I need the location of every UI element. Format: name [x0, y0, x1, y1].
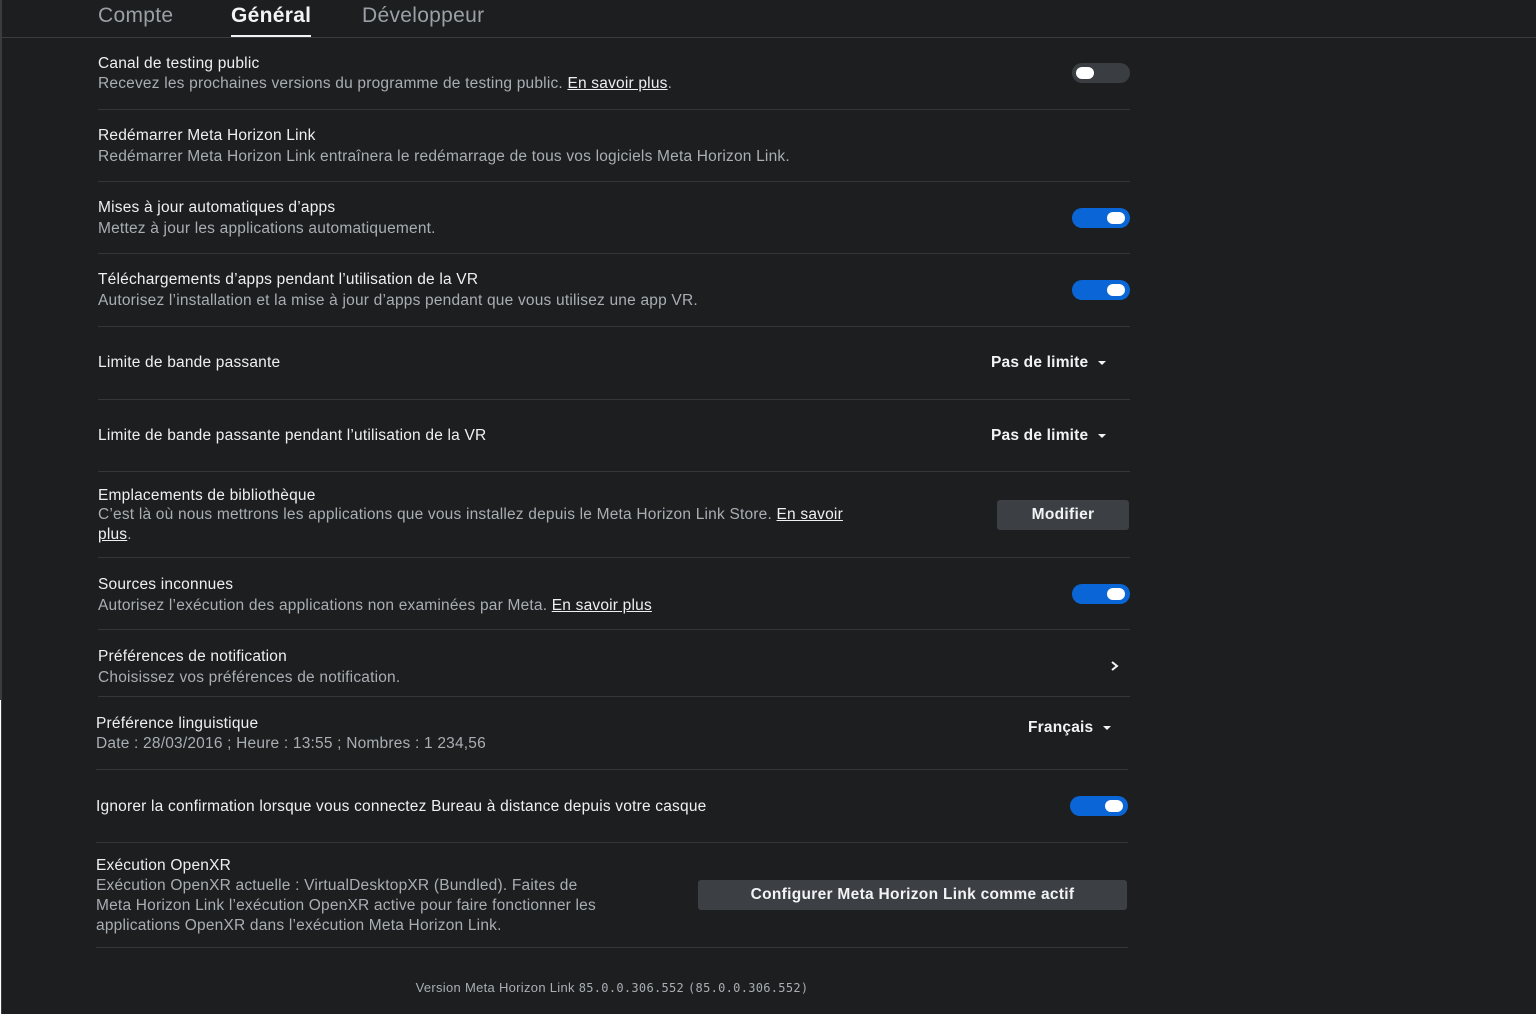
- learn-more-link-continued[interactable]: plus: [98, 526, 127, 543]
- tab-compte[interactable]: Compte: [98, 4, 173, 28]
- learn-more-link[interactable]: En savoir plus: [567, 75, 667, 92]
- setting-notification-preferences[interactable]: Préférences de notification Choisissez v…: [98, 630, 1130, 697]
- bandwidth-limit-vr-dropdown[interactable]: Pas de limite: [991, 427, 1107, 445]
- modify-library-button[interactable]: Modifier: [997, 500, 1129, 530]
- auto-updates-toggle[interactable]: [1072, 208, 1130, 228]
- setting-restart[interactable]: Redémarrer Meta Horizon Link Redémarrer …: [98, 110, 1130, 182]
- version-prefix: Version Meta Horizon Link: [415, 980, 579, 995]
- learn-more-link[interactable]: En savoir plus: [552, 597, 652, 614]
- setting-vr-downloads: Téléchargements d’apps pendant l’utilisa…: [98, 254, 1130, 327]
- dropdown-value: Pas de limite: [991, 354, 1089, 371]
- setting-description-line: applications OpenXR dans l’exécution Met…: [96, 917, 502, 934]
- setting-title: Préférence linguistique: [96, 715, 259, 732]
- version-number-paren: (85.0.0.306.552): [688, 981, 809, 995]
- setting-description-line: Meta Horizon Link l’exécution OpenXR act…: [96, 897, 596, 914]
- caret-down-icon: [1098, 433, 1107, 438]
- set-openxr-active-button[interactable]: Configurer Meta Horizon Link comme actif: [698, 880, 1127, 910]
- setting-title: Mises à jour automatiques d’apps: [98, 199, 336, 216]
- caret-down-icon: [1103, 725, 1112, 730]
- setting-title: Canal de testing public: [98, 55, 260, 72]
- tab-general[interactable]: Général: [231, 4, 312, 37]
- setting-remote-desktop: Ignorer la confirmation lorsque vous con…: [96, 770, 1128, 843]
- setting-description: Choisissez vos préférences de notificati…: [98, 669, 401, 686]
- public-testing-toggle[interactable]: [1072, 63, 1130, 83]
- setting-description: Date : 28/03/2016 ; Heure : 13:55 ; Nomb…: [96, 735, 486, 752]
- setting-title: Sources inconnues: [98, 576, 234, 593]
- setting-title: Limite de bande passante pendant l’utili…: [98, 427, 487, 444]
- setting-title: Exécution OpenXR: [96, 857, 232, 874]
- setting-description: Mettez à jour les applications automatiq…: [98, 220, 436, 237]
- version-info: Version Meta Horizon Link 85.0.0.306.552…: [0, 980, 1224, 995]
- setting-description-text: Recevez les prochaines versions du progr…: [98, 75, 563, 92]
- learn-more-link[interactable]: En savoir: [777, 506, 843, 523]
- setting-description: Recevez les prochaines versions du progr…: [98, 75, 673, 92]
- language-dropdown[interactable]: Français: [1028, 719, 1112, 737]
- remote-desktop-toggle[interactable]: [1070, 796, 1128, 816]
- setting-description: Autorisez l’installation et la mise à jo…: [98, 292, 698, 309]
- setting-description-text: C’est là où nous mettrons les applicatio…: [98, 506, 772, 523]
- setting-description-line: Exécution OpenXR actuelle : VirtualDeskt…: [96, 877, 578, 894]
- setting-description: Autorisez l’exécution des applications n…: [98, 596, 652, 616]
- unknown-sources-toggle[interactable]: [1072, 584, 1130, 604]
- toggle-knob: [1105, 800, 1123, 812]
- setting-description: Exécution OpenXR actuelle : VirtualDeskt…: [96, 876, 596, 936]
- setting-openxr-runtime: Exécution OpenXR Exécution OpenXR actuel…: [96, 843, 1128, 948]
- setting-language: Préférence linguistique Date : 28/03/201…: [96, 697, 1128, 770]
- setting-title: Téléchargements d’apps pendant l’utilisa…: [98, 271, 479, 288]
- chevron-right-icon[interactable]: [1108, 659, 1122, 673]
- setting-title: Emplacements de bibliothèque: [98, 487, 316, 504]
- setting-public-testing: Canal de testing public Recevez les proc…: [98, 46, 1130, 110]
- setting-title: Préférences de notification: [98, 648, 287, 665]
- setting-title: Ignorer la confirmation lorsque vous con…: [96, 798, 707, 815]
- setting-title: Limite de bande passante: [98, 354, 281, 371]
- window-left-border: [0, 700, 1, 1016]
- vr-downloads-toggle[interactable]: [1072, 280, 1130, 300]
- toggle-knob: [1107, 212, 1125, 224]
- caret-down-icon: [1098, 360, 1107, 365]
- toggle-knob: [1076, 67, 1094, 79]
- dropdown-value: Pas de limite: [991, 427, 1089, 444]
- setting-bandwidth-limit: Limite de bande passante Pas de limite: [98, 327, 1130, 400]
- bandwidth-limit-dropdown[interactable]: Pas de limite: [991, 354, 1107, 372]
- version-number: 85.0.0.306.552: [578, 981, 685, 995]
- setting-description-text: Autorisez l’exécution des applications n…: [98, 597, 548, 614]
- tab-bar: Compte Général Développeur: [0, 0, 1536, 38]
- tab-developpeur[interactable]: Développeur: [362, 4, 484, 28]
- setting-library-locations: Emplacements de bibliothèque C’est là où…: [98, 472, 1130, 558]
- dropdown-value: Français: [1028, 719, 1094, 736]
- setting-title: Redémarrer Meta Horizon Link: [98, 127, 316, 144]
- window-bottom-border: [0, 1014, 1536, 1024]
- toggle-knob: [1107, 588, 1125, 600]
- setting-auto-updates: Mises à jour automatiques d’apps Mettez …: [98, 182, 1130, 254]
- toggle-knob: [1107, 284, 1125, 296]
- setting-unknown-sources: Sources inconnues Autorisez l’exécution …: [98, 558, 1130, 630]
- setting-bandwidth-limit-vr: Limite de bande passante pendant l’utili…: [98, 400, 1130, 472]
- setting-description: Redémarrer Meta Horizon Link entraînera …: [98, 148, 790, 165]
- setting-description: C’est là où nous mettrons les applicatio…: [98, 506, 843, 543]
